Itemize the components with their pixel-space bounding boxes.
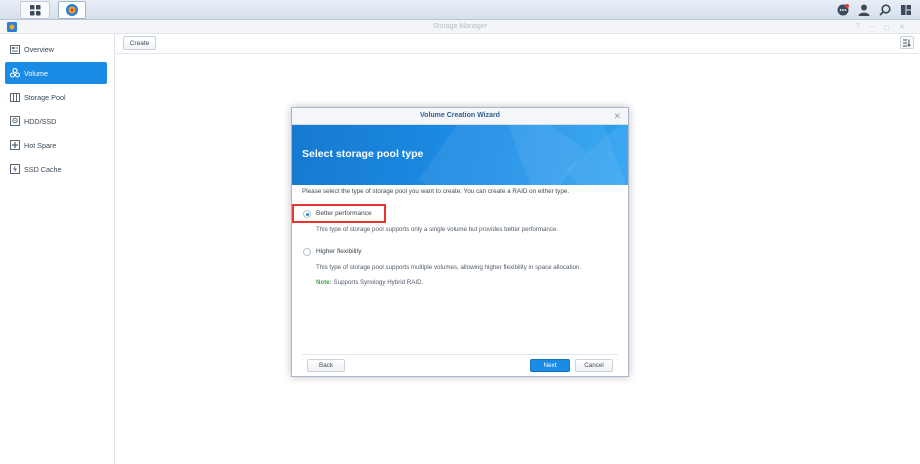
sidebar-item-overview[interactable]: Overview — [5, 38, 107, 60]
close-window-icon[interactable]: ✕ — [899, 23, 905, 31]
hot-spare-icon — [10, 140, 20, 150]
chat-icon — [837, 4, 849, 16]
sort-icon — [903, 39, 911, 47]
sidebar-item-ssd-cache[interactable]: SSD Cache — [5, 158, 107, 180]
sidebar-item-label: Volume — [24, 68, 48, 78]
storage-pool-icon — [10, 92, 20, 102]
sidebar: Overview Volume Storage Pool HDD/SSD Hot… — [0, 34, 115, 464]
widgets-button[interactable] — [899, 3, 913, 17]
sidebar-item-volume[interactable]: Volume — [5, 62, 107, 84]
wizard-description: Please select the type of storage pool y… — [302, 188, 570, 195]
toolbar-divider — [115, 53, 920, 54]
window-titlebar[interactable]: Storage Manager ? – ◻ ✕ — [0, 20, 920, 34]
radio-higher-flexibility[interactable] — [303, 248, 311, 256]
option-description-better-performance: This type of storage pool supports only … — [316, 226, 559, 233]
note-text: Note: Supports Synology Hybrid RAID. — [316, 279, 423, 286]
note-label: Note: — [316, 279, 332, 286]
sidebar-item-hdd-ssd[interactable]: HDD/SSD — [5, 110, 107, 132]
sidebar-item-label: HDD/SSD — [24, 116, 57, 126]
storage-manager-icon — [66, 4, 78, 16]
user-button[interactable] — [857, 3, 871, 17]
main-menu-button[interactable] — [20, 1, 50, 19]
taskbar — [0, 0, 920, 20]
user-icon — [858, 4, 870, 16]
create-button[interactable]: Create — [123, 36, 156, 50]
search-icon — [879, 4, 891, 16]
note-body: Supports Synology Hybrid RAID. — [331, 279, 424, 286]
close-icon[interactable]: ✕ — [613, 111, 621, 122]
storage-manager-taskbar-button[interactable] — [58, 1, 86, 19]
banner-title: Select storage pool type — [302, 148, 424, 160]
option-label-better-performance[interactable]: Better performance — [316, 210, 372, 217]
sidebar-item-label: SSD Cache — [24, 164, 62, 174]
dialog-title: Volume Creation Wizard — [420, 112, 500, 119]
sidebar-item-storage-pool[interactable]: Storage Pool — [5, 86, 107, 108]
dialog-footer-divider — [302, 354, 618, 355]
volume-creation-wizard-dialog: Volume Creation Wizard ✕ Select storage … — [291, 107, 629, 377]
maximize-icon[interactable]: ◻ — [884, 23, 890, 31]
desktop: Storage Manager ? – ◻ ✕ Overview Volume … — [0, 0, 920, 464]
back-button[interactable]: Back — [307, 359, 345, 372]
option-description-higher-flexibility: This type of storage pool supports multi… — [316, 264, 582, 271]
window-title: Storage Manager — [432, 23, 488, 30]
ssd-cache-icon — [10, 164, 20, 174]
search-button[interactable] — [878, 3, 892, 17]
sidebar-item-label: Overview — [24, 44, 54, 54]
sidebar-item-label: Storage Pool — [24, 92, 66, 102]
next-button[interactable]: Next — [530, 359, 570, 372]
help-icon[interactable]: ? — [856, 23, 860, 30]
wizard-banner: Select storage pool type — [292, 125, 628, 185]
widgets-icon — [901, 5, 911, 15]
sidebar-item-hot-spare[interactable]: Hot Spare — [5, 134, 107, 156]
sidebar-item-label: Hot Spare — [24, 140, 57, 150]
minimize-icon[interactable]: – — [870, 23, 874, 30]
sort-button[interactable] — [900, 36, 914, 49]
radio-better-performance[interactable] — [303, 210, 311, 218]
volume-icon — [10, 68, 20, 78]
grid-icon — [29, 4, 40, 15]
cancel-button[interactable]: Cancel — [575, 359, 613, 372]
dialog-titlebar[interactable]: Volume Creation Wizard ✕ — [292, 108, 628, 125]
notification-button[interactable] — [836, 3, 850, 17]
hdd-icon — [10, 116, 20, 126]
option-label-higher-flexibility[interactable]: Higher flexibility — [316, 248, 362, 255]
overview-icon — [10, 44, 20, 54]
